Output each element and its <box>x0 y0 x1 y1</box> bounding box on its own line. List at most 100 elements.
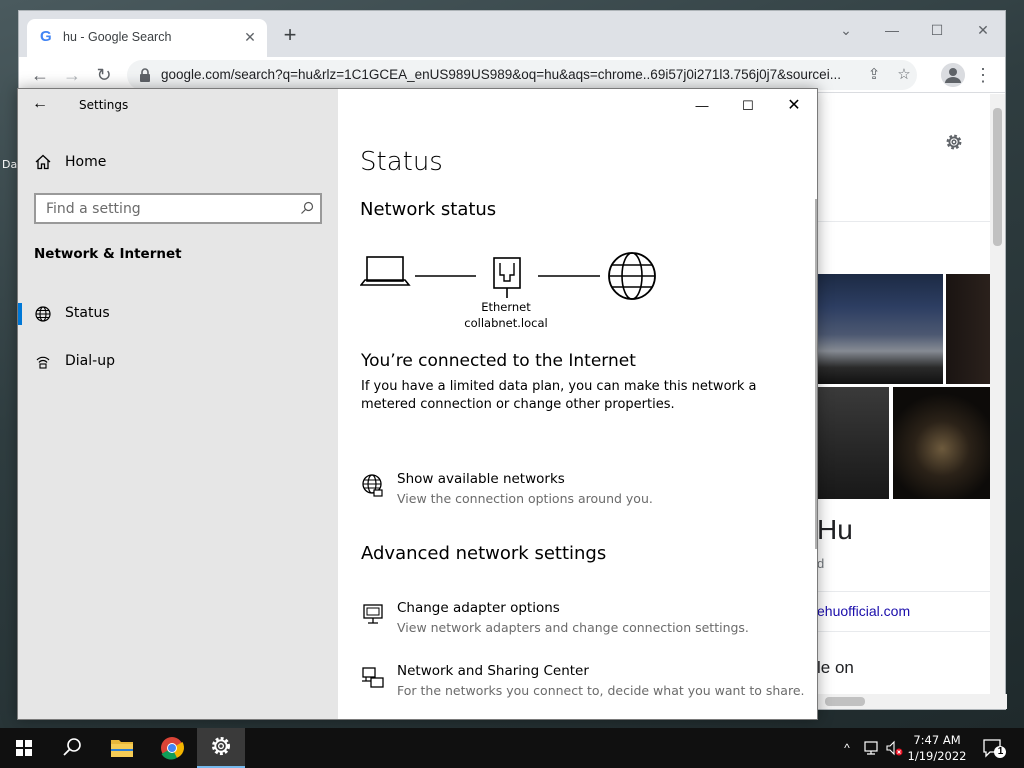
notification-count: 1 <box>997 746 1004 757</box>
settings-window-title: Settings <box>79 98 129 112</box>
folder-icon <box>111 740 133 757</box>
result-image-art[interactable] <box>893 387 991 499</box>
sidebar-item-label: Dial-up <box>65 353 115 369</box>
menu-icon[interactable]: ⋮ <box>973 62 993 88</box>
taskbar: ^ 7:47 AM 1/19/2022 1 <box>0 728 1024 768</box>
adapter-domain: collabnet.local <box>464 316 548 330</box>
clock[interactable]: 7:47 AM 1/19/2022 <box>902 732 972 764</box>
star-icon[interactable]: ☆ <box>893 64 915 86</box>
page-scrollbar-horizontal[interactable] <box>817 694 1007 709</box>
sidebar-item-dial-up[interactable]: Dial-up <box>18 343 338 381</box>
divider <box>817 631 991 632</box>
globe-icon <box>35 306 51 322</box>
file-explorer-taskbar-button[interactable] <box>98 728 146 768</box>
adapter-label: Ethernet collabnet.local <box>456 299 556 331</box>
ethernet-icon <box>493 257 521 298</box>
clock-date: 1/19/2022 <box>907 749 967 763</box>
official-site-link[interactable]: ehuofficial.com <box>817 603 910 619</box>
result-image-concert[interactable] <box>817 274 943 384</box>
action-center-button[interactable]: 1 <box>980 736 1008 760</box>
address-bar[interactable]: google.com/search?q=hu&rlz=1C1GCEA_enUS9… <box>127 60 917 90</box>
page-scrollbar-vertical[interactable] <box>990 94 1005 697</box>
sharing-center-title: Network and Sharing Center <box>397 663 589 679</box>
knowledge-panel-text: le on <box>817 658 854 677</box>
adapter-options-desc: View network adapters and change connect… <box>397 620 749 635</box>
settings-scrollbar[interactable] <box>815 199 817 549</box>
back-arrow-icon[interactable]: ← <box>32 94 52 114</box>
profile-icon[interactable] <box>941 63 965 87</box>
knowledge-panel-subtitle: d <box>817 556 825 571</box>
settings-content: — ☐ ✕ Status Network status Ethernet col… <box>338 89 817 719</box>
settings-sidebar: ← Settings Home Network & Internet Stat <box>18 89 338 719</box>
divider <box>817 591 991 592</box>
search-icon <box>63 738 81 756</box>
desktop-icon-label[interactable]: Da <box>2 158 17 171</box>
windows-logo-icon <box>16 740 32 756</box>
settings-minimize-button[interactable]: — <box>682 92 722 120</box>
settings-gear-icon <box>211 737 231 756</box>
connected-heading: You’re connected to the Internet <box>361 351 636 371</box>
share-icon[interactable]: ⇪ <box>863 64 885 86</box>
network-status-heading: Network status <box>360 199 497 220</box>
page-title: Status <box>360 147 443 177</box>
sidebar-item-label: Status <box>65 305 110 321</box>
network-sharing-center-link[interactable]: Network and Sharing Center For the netwo… <box>360 661 805 705</box>
scrollbar-thumb[interactable] <box>993 108 1002 246</box>
internet-globe-icon <box>608 252 656 300</box>
show-hidden-icons-icon[interactable]: ^ <box>837 738 857 758</box>
sharing-center-icon <box>362 667 384 688</box>
result-image-band[interactable] <box>817 387 889 499</box>
divider <box>817 221 991 222</box>
clock-time: 7:47 AM <box>913 733 961 747</box>
settings-taskbar-button[interactable] <box>197 728 245 768</box>
forward-icon[interactable]: → <box>59 62 85 88</box>
browser-maximize-button[interactable]: ☐ <box>922 17 952 43</box>
connected-description: If you have a limited data plan, you can… <box>361 379 757 412</box>
globe-network-icon <box>362 474 383 497</box>
tab-search-icon[interactable]: ⌄ <box>831 17 861 43</box>
home-nav-item[interactable]: Home <box>18 146 338 178</box>
adapter-name: Ethernet <box>481 300 531 314</box>
laptop-icon <box>360 256 411 286</box>
network-status-icon[interactable] <box>862 738 882 758</box>
chrome-taskbar-button[interactable] <box>148 728 196 768</box>
reload-icon[interactable]: ↻ <box>91 62 117 88</box>
gear-icon[interactable] <box>943 131 965 153</box>
tab-strip: G hu - Google Search ✕ + ⌄ — ☐ ✕ <box>19 11 1005 57</box>
start-button[interactable] <box>0 728 48 768</box>
settings-search-input[interactable] <box>36 195 296 222</box>
knowledge-panel-title: Hu <box>817 514 853 545</box>
browser-minimize-button[interactable]: — <box>877 17 907 43</box>
adapter-options-title: Change adapter options <box>397 600 560 616</box>
settings-maximize-button[interactable]: ☐ <box>728 92 768 120</box>
home-icon <box>35 154 51 170</box>
advanced-settings-heading: Advanced network settings <box>361 543 607 564</box>
lock-icon <box>140 68 150 82</box>
show-networks-desc: View the connection options around you. <box>397 491 653 506</box>
chrome-icon <box>161 737 185 760</box>
settings-close-button[interactable]: ✕ <box>774 92 814 120</box>
tab-title: hu - Google Search <box>63 30 172 44</box>
home-label: Home <box>65 154 107 170</box>
show-networks-title: Show available networks <box>397 471 565 487</box>
url-text: google.com/search?q=hu&rlz=1C1GCEA_enUS9… <box>161 67 841 82</box>
new-tab-button[interactable]: + <box>279 24 301 47</box>
volume-muted-icon[interactable] <box>884 738 904 758</box>
section-title: Network & Internet <box>34 246 182 262</box>
google-favicon-icon: G <box>40 28 52 45</box>
scrollbar-thumb[interactable] <box>825 697 865 706</box>
change-adapter-options-link[interactable]: Change adapter options View network adap… <box>360 598 800 642</box>
settings-window: ← Settings Home Network & Internet Stat <box>17 88 818 720</box>
browser-tab[interactable]: G hu - Google Search ✕ <box>27 19 267 57</box>
back-icon[interactable]: ← <box>27 62 53 88</box>
dialup-icon <box>36 356 50 369</box>
show-networks-link[interactable]: Show available networks View the connect… <box>360 469 800 513</box>
search-taskbar-button[interactable] <box>48 728 96 768</box>
result-image[interactable] <box>946 274 991 384</box>
settings-search-box[interactable] <box>34 193 322 224</box>
sharing-center-desc: For the networks you connect to, decide … <box>397 683 805 698</box>
sidebar-item-status[interactable]: Status <box>18 295 338 333</box>
search-icon[interactable] <box>300 201 314 215</box>
tab-close-icon[interactable]: ✕ <box>241 28 259 46</box>
browser-close-button[interactable]: ✕ <box>968 17 998 43</box>
